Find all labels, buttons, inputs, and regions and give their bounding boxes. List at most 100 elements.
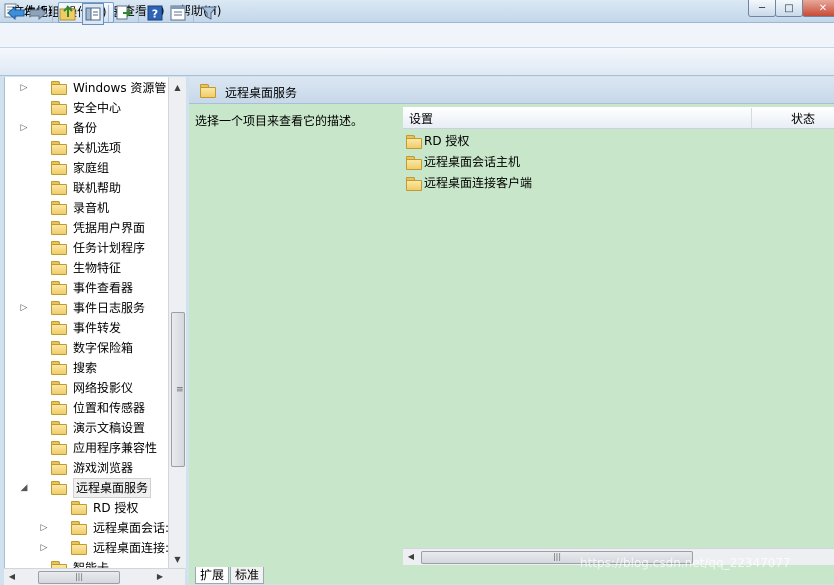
filter-icon[interactable] xyxy=(199,3,219,23)
tree-item-label: 远程桌面连接: xyxy=(93,541,169,555)
tree-item-label: 备份 xyxy=(73,121,98,135)
list-item-label: 远程桌面会话主机 xyxy=(424,155,521,169)
list-item-label: 远程桌面连接客户端 xyxy=(424,176,533,190)
tree-vertical-scrollbar[interactable]: ▲ ≡ ▼ xyxy=(168,77,186,568)
tree-item-label: 智能卡 xyxy=(73,561,110,568)
folder-icon xyxy=(200,84,216,98)
show-hide-tree-icon[interactable] xyxy=(82,3,104,25)
tree-item-label: 网络投影仪 xyxy=(73,381,134,395)
tree-item[interactable]: 任务计划程序 xyxy=(5,238,169,258)
tree-item[interactable]: ▷ 备份 xyxy=(5,118,169,138)
folder-icon xyxy=(51,241,67,255)
tree-item-label: Windows 资源管 xyxy=(73,81,167,95)
tree-horizontal-scrollbar[interactable]: ◀ ||| ▶ xyxy=(4,568,185,585)
tree-item[interactable]: 数字保险箱 xyxy=(5,338,169,358)
scroll-right-arrow-icon[interactable]: ▶ xyxy=(152,569,168,584)
description-text: 选择一个项目来查看它的描述。 xyxy=(195,114,364,128)
tree-item[interactable]: 生物特征 xyxy=(5,258,169,278)
column-divider[interactable] xyxy=(751,108,752,128)
grip-icon: ≡ xyxy=(176,385,184,395)
tree-item[interactable]: 录音机 xyxy=(5,198,169,218)
folder-icon xyxy=(71,501,87,515)
tab-standard[interactable]: 标准 xyxy=(230,567,265,584)
folder-icon xyxy=(51,401,67,415)
tree-item[interactable]: 搜索 xyxy=(5,358,169,378)
expand-arrow-icon[interactable]: ▷ xyxy=(19,118,29,138)
tab-extended[interactable]: 扩展 xyxy=(195,567,230,584)
scroll-left-arrow-icon[interactable]: ◀ xyxy=(4,569,20,584)
tree-item[interactable]: RD 授权 xyxy=(5,498,169,518)
tree-item[interactable]: 事件转发 xyxy=(5,318,169,338)
tree-item[interactable]: 位置和传感器 xyxy=(5,398,169,418)
scroll-thumb[interactable]: ≡ xyxy=(171,312,185,467)
tree-item[interactable]: ▷ 远程桌面会话: xyxy=(5,518,169,538)
tree-item-label: 安全中心 xyxy=(73,101,122,115)
folder-icon xyxy=(406,177,422,191)
tree-item[interactable]: 安全中心 xyxy=(5,98,169,118)
tree-item[interactable]: ▷ Windows 资源管 xyxy=(5,78,169,98)
tree-item[interactable]: 凭据用户界面 xyxy=(5,218,169,238)
expand-arrow-icon[interactable]: ▷ xyxy=(39,538,49,558)
folder-icon xyxy=(51,341,67,355)
properties-icon[interactable] xyxy=(168,3,188,23)
tree-item[interactable]: ◢ 远程桌面服务 xyxy=(5,478,169,498)
details-title: 远程桌面服务 xyxy=(225,86,298,100)
tree-item[interactable]: 应用程序兼容性 xyxy=(5,438,169,458)
tree-item-label: 家庭组 xyxy=(73,161,110,175)
tree-item-label: 事件日志服务 xyxy=(73,301,146,315)
folder-icon xyxy=(51,321,67,335)
folder-icon xyxy=(51,101,67,115)
tree-item[interactable]: 演示文稿设置 xyxy=(5,418,169,438)
tree-item-label: 凭据用户界面 xyxy=(73,221,146,235)
folder-icon xyxy=(51,301,67,315)
folder-icon xyxy=(406,135,422,149)
column-status[interactable]: 状态 xyxy=(791,110,815,127)
scroll-down-arrow-icon[interactable]: ▼ xyxy=(169,551,186,568)
scroll-thumb[interactable]: ||| xyxy=(38,571,120,584)
folder-icon xyxy=(71,521,87,535)
tree-item[interactable]: 家庭组 xyxy=(5,158,169,178)
expand-arrow-icon[interactable]: ▷ xyxy=(19,78,29,98)
tree-item-label: RD 授权 xyxy=(93,501,139,515)
toolbar-separator xyxy=(52,5,53,22)
collapse-arrow-icon[interactable]: ◢ xyxy=(19,478,29,498)
scroll-up-arrow-icon[interactable]: ▲ xyxy=(169,79,186,96)
tree-item[interactable]: ▷ 事件日志服务 xyxy=(5,298,169,318)
menu-bar xyxy=(0,23,834,48)
policy-tree[interactable]: ▷ Windows 资源管 安全中心 ▷ 备份关机选项家庭组联机帮助录音机凭据用户界面任… xyxy=(4,77,169,568)
expand-arrow-icon[interactable]: ▷ xyxy=(39,518,49,538)
tree-item[interactable]: 联机帮助 xyxy=(5,178,169,198)
toolbar-separator xyxy=(193,5,194,22)
watermark: https://blog.csdn.net/qq_22347077 xyxy=(580,556,791,570)
forward-icon[interactable] xyxy=(28,3,48,23)
tree-item-label: 搜索 xyxy=(73,361,98,375)
back-icon[interactable] xyxy=(6,3,26,23)
folder-icon xyxy=(51,261,67,275)
minimize-button[interactable]: ─ xyxy=(748,0,776,17)
column-header-row xyxy=(403,107,834,129)
tree-item-label: 录音机 xyxy=(73,201,110,215)
tree-item-label: 数字保险箱 xyxy=(73,341,134,355)
folder-icon xyxy=(51,141,67,155)
export-list-icon[interactable] xyxy=(114,3,134,23)
up-folder-icon[interactable] xyxy=(58,3,78,23)
tree-item[interactable]: 关机选项 xyxy=(5,138,169,158)
tree-item-label: 游戏浏览器 xyxy=(73,461,134,475)
folder-icon xyxy=(51,481,67,495)
tree-item[interactable]: 智能卡 xyxy=(5,558,169,568)
close-button[interactable]: ✕ xyxy=(802,0,834,17)
tree-item[interactable]: 游戏浏览器 xyxy=(5,458,169,478)
column-setting[interactable]: 设置 xyxy=(409,110,433,127)
folder-icon xyxy=(51,561,67,568)
help-icon[interactable]: ? xyxy=(145,3,165,23)
folder-icon xyxy=(51,361,67,375)
folder-icon xyxy=(51,121,67,135)
folder-icon xyxy=(51,81,67,95)
tree-item[interactable]: ▷ 远程桌面连接: xyxy=(5,538,169,558)
scroll-left-arrow-icon[interactable]: ◀ xyxy=(403,549,419,564)
tree-item[interactable]: 事件查看器 xyxy=(5,278,169,298)
folder-icon xyxy=(51,181,67,195)
expand-arrow-icon[interactable]: ▷ xyxy=(19,298,29,318)
maximize-button[interactable]: □ xyxy=(775,0,803,17)
tree-item[interactable]: 网络投影仪 xyxy=(5,378,169,398)
